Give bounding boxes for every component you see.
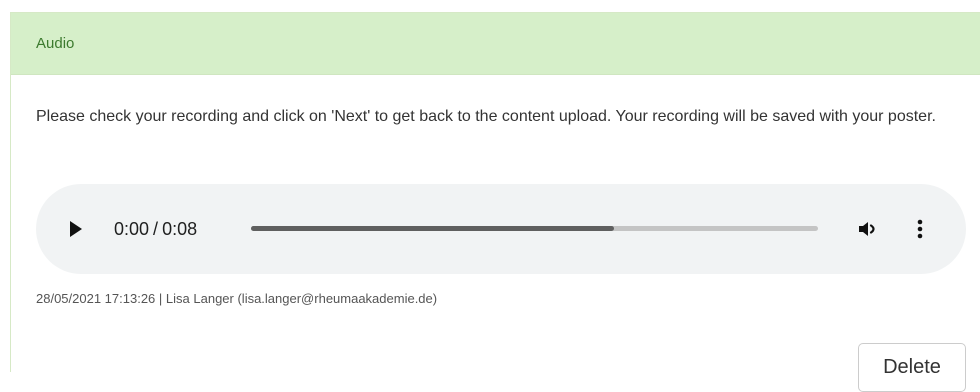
volume-icon[interactable]	[856, 217, 880, 241]
audio-panel: Audio Please check your recording and cl…	[10, 12, 980, 392]
recording-timestamp: 28/05/2021 17:13:26	[36, 291, 156, 306]
instruction-message: Please check your recording and click on…	[36, 108, 936, 125]
audio-player[interactable]: 0:00/0:08	[36, 184, 966, 274]
progress-bar[interactable]	[251, 226, 818, 231]
duration: 0:08	[162, 219, 198, 239]
time-display: 0:00/0:08	[114, 216, 197, 242]
current-time: 0:00	[114, 219, 150, 239]
play-icon[interactable]	[70, 221, 82, 237]
progress-fill	[251, 226, 614, 231]
panel-title: Audio	[36, 35, 75, 52]
panel-heading: Audio	[11, 13, 980, 75]
recording-meta: 28/05/2021 17:13:26 | Lisa Langer (lisa.…	[36, 291, 437, 306]
time-separator: /	[153, 219, 159, 239]
recording-user: Lisa Langer (lisa.langer@rheumaakademie.…	[165, 291, 438, 306]
more-vertical-icon[interactable]	[912, 217, 928, 241]
delete-button[interactable]: Delete	[858, 343, 966, 392]
meta-divider: |	[158, 291, 163, 306]
